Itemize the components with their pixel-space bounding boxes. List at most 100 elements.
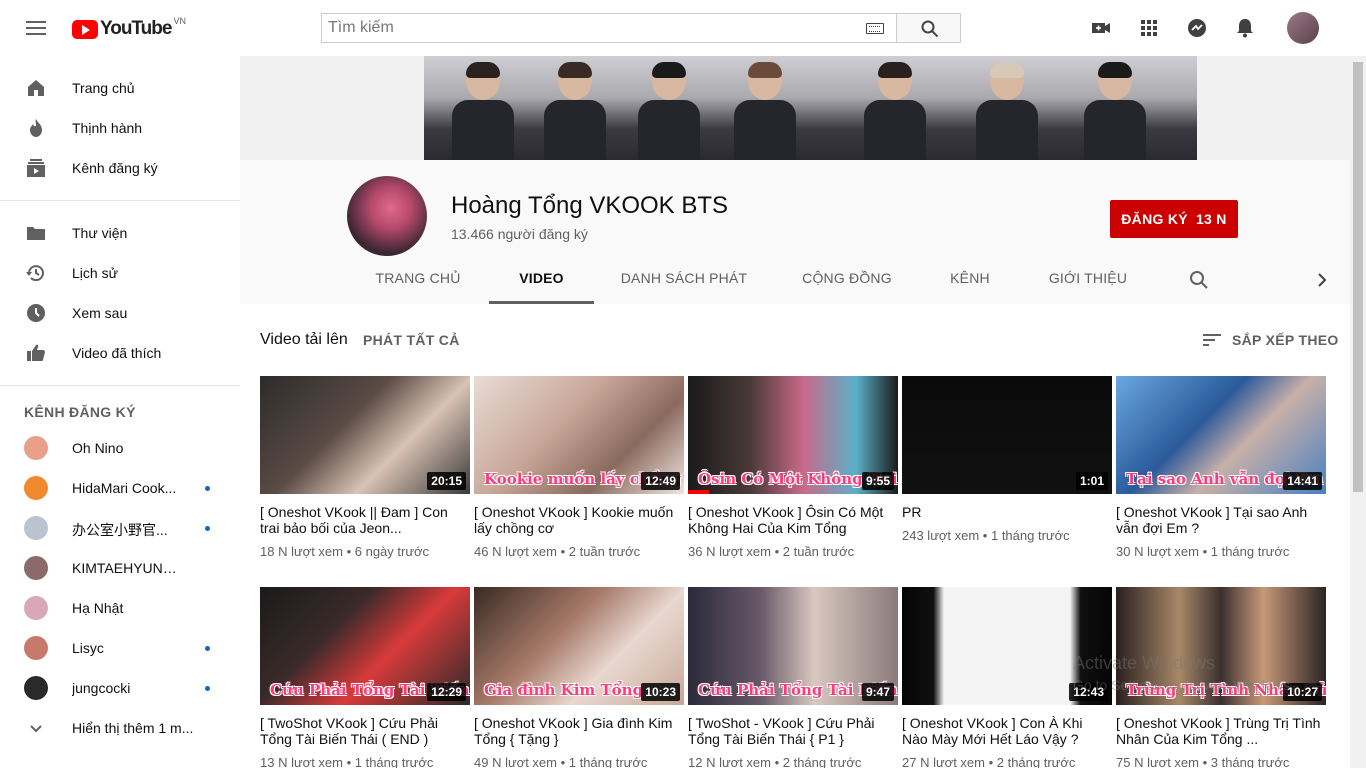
watch-progress-bar: [688, 490, 709, 494]
search-button[interactable]: [896, 13, 961, 43]
subscription-label: jungcocki: [72, 680, 131, 696]
video-thumbnail[interactable]: Cứu Phải Tổng Tài Biến Thái12:29: [260, 587, 470, 705]
video-duration: 20:15: [427, 472, 466, 490]
channel-tabs: TRANG CHỦ VIDEO DANH SÁCH PHÁT CỘNG ĐỒNG…: [240, 258, 1350, 304]
menu-icon[interactable]: [24, 18, 48, 38]
video-title[interactable]: [ TwoShot - VKook ] Cứu Phải Tổng Tài Bi…: [688, 715, 898, 747]
video-card[interactable]: 1:01 PR 243 lượt xem • 1 tháng trước: [902, 376, 1112, 543]
chevron-right-icon[interactable]: [1310, 268, 1334, 292]
video-title[interactable]: [ Oneshot VKook ] Tại sao Anh vẫn đợi Em…: [1116, 504, 1326, 536]
subscription-label: Lisyc: [72, 640, 104, 656]
channel-avatar-icon: [24, 556, 48, 580]
tab-videos[interactable]: VIDEO: [489, 258, 594, 304]
new-content-dot: [205, 646, 210, 651]
video-card[interactable]: Tại sao Anh vẫn đợi Em 14:41 [ Oneshot VKo…: [1116, 376, 1326, 559]
channel-avatar-icon: [24, 636, 48, 660]
video-card[interactable]: Cứu Phải Tổng Tài Biến Thái12:29 [ TwoSho…: [260, 587, 470, 768]
video-title[interactable]: [ Oneshot VKook || Đam ] Con trai bảo bố…: [260, 504, 470, 536]
new-content-dot: [205, 686, 210, 691]
video-title[interactable]: [ Oneshot VKook ] Trùng Trị Tình Nhân Củ…: [1116, 715, 1326, 747]
video-thumbnail[interactable]: 1:01: [902, 376, 1112, 494]
keyboard-icon[interactable]: [866, 23, 884, 34]
sidebar-item-subscriptions[interactable]: Kênh đăng ký: [0, 148, 240, 188]
logo-region: VN: [173, 16, 186, 26]
channel-avatar-icon: [24, 676, 48, 700]
sidebar-item-label: Video đã thích: [72, 345, 162, 361]
video-meta: 49 N lượt xem • 1 tháng trước: [474, 755, 648, 768]
avatar[interactable]: [1287, 12, 1319, 44]
video-title[interactable]: PR: [902, 504, 1112, 520]
sidebar-item-home[interactable]: Trang chủ: [0, 68, 240, 108]
watch-later-icon: [27, 304, 45, 322]
create-video-icon[interactable]: [1089, 16, 1113, 40]
watermark-line2: Go to Settings to activate Windows.: [1073, 677, 1294, 693]
show-more-button[interactable]: Hiển thị thêm 1 m...: [0, 708, 240, 748]
video-card[interactable]: 20:15 [ Oneshot VKook || Đam ] Con trai b…: [260, 376, 470, 559]
subscriptions-list: Oh Nino HidaMari Cook... 办公室小野官... KIMTAEHY…: [0, 428, 240, 708]
video-meta: 30 N lượt xem • 1 tháng trước: [1116, 544, 1290, 559]
video-card[interactable]: Ôsin Có Một Không Hai Của Kim Tổng9:55 [ …: [688, 376, 898, 559]
video-title[interactable]: [ TwoShot VKook ] Cứu Phải Tổng Tài Biến…: [260, 715, 470, 747]
subscription-item[interactable]: HidaMari Cook...: [0, 468, 240, 508]
uploads-title[interactable]: Video tải lên: [260, 331, 348, 349]
search-input[interactable]: [322, 19, 852, 37]
tab-home[interactable]: TRANG CHỦ: [365, 258, 471, 304]
sidebar-item-label: Kênh đăng ký: [72, 160, 158, 176]
liked-videos-icon: [27, 344, 45, 361]
scrollbar-thumb[interactable]: [1353, 62, 1363, 492]
channel-search-icon[interactable]: [1187, 268, 1211, 292]
video-thumbnail[interactable]: Ôsin Có Một Không Hai Của Kim Tổng9:55: [688, 376, 898, 494]
trending-icon: [30, 119, 42, 137]
video-title[interactable]: [ Oneshot VKook ] Con À Khi Nào Mày Mới …: [902, 715, 1112, 747]
subscription-item[interactable]: Lisyc: [0, 628, 240, 668]
scrollbar[interactable]: [1350, 56, 1366, 768]
windows-activation-watermark: Activate Windows Go to Settings to activ…: [1073, 652, 1294, 696]
subscription-item[interactable]: KIMTAEHYUNG ...: [0, 548, 240, 588]
channel-avatar[interactable]: [347, 176, 427, 256]
sidebar-item-label: Lịch sử: [72, 265, 118, 281]
subscription-item[interactable]: Hạ Nhật: [0, 588, 240, 628]
subscription-item[interactable]: 办公室小野官...: [0, 508, 240, 548]
video-duration: 1:01: [1075, 472, 1108, 490]
subscription-label: 办公室小野官...: [72, 522, 168, 538]
youtube-logo[interactable]: YouTube VN: [72, 16, 186, 40]
sidebar-item-library[interactable]: Thư viện: [0, 213, 240, 253]
sidebar-item-label: Thịnh hành: [72, 120, 143, 136]
sidebar-item-label: Thư viện: [72, 225, 128, 241]
play-all-button[interactable]: PHÁT TẤT CẢ: [363, 332, 460, 348]
tab-playlists[interactable]: DANH SÁCH PHÁT: [612, 258, 756, 304]
video-title[interactable]: [ Oneshot VKook ] Kookie muốn lấy chồng …: [474, 504, 684, 536]
tab-about[interactable]: GIỚI THIỆU: [1040, 258, 1136, 304]
video-title[interactable]: [ Oneshot VKook ] Gia đình Kim Tổng { Tặ…: [474, 715, 684, 747]
video-title[interactable]: [ Oneshot VKook ] Ôsin Có Một Không Hai …: [688, 504, 898, 536]
sort-by-button[interactable]: SẮP XẾP THEO: [1202, 330, 1339, 350]
sidebar-item-label: Trang chủ: [72, 80, 135, 96]
subscribe-button[interactable]: ĐĂNG KÝ 13 N: [1110, 200, 1238, 238]
video-thumbnail[interactable]: Gia đình Kim Tổng 10:23: [474, 587, 684, 705]
sidebar-item-watch-later[interactable]: Xem sau: [0, 293, 240, 333]
watermark-line1: Activate Windows: [1073, 653, 1216, 673]
video-thumbnail[interactable]: Cứu Phải Tổng Tài Biến Thái9:47: [688, 587, 898, 705]
video-duration: 10:23: [641, 683, 680, 701]
subscription-item[interactable]: Oh Nino: [0, 428, 240, 468]
tab-channels[interactable]: KÊNH: [938, 258, 1002, 304]
video-thumbnail[interactable]: 20:15: [260, 376, 470, 494]
apps-icon[interactable]: [1137, 16, 1161, 40]
sidebar-item-trending[interactable]: Thịnh hành: [0, 108, 240, 148]
sidebar-item-liked-videos[interactable]: Video đã thích: [0, 333, 240, 373]
video-thumbnail[interactable]: Kookie muốn lấy chồng 12:49: [474, 376, 684, 494]
subscription-item[interactable]: jungcocki: [0, 668, 240, 708]
messages-icon[interactable]: [1185, 16, 1209, 40]
show-more-label: Hiển thị thêm 1 m...: [72, 720, 194, 736]
subscribe-count: 13 N: [1195, 211, 1227, 227]
sidebar-item-history[interactable]: Lịch sử: [0, 253, 240, 293]
tab-community[interactable]: CỘNG ĐỒNG: [794, 258, 900, 304]
notifications-icon[interactable]: [1233, 16, 1257, 40]
video-card[interactable]: Gia đình Kim Tổng 10:23 [ Oneshot VKook ] …: [474, 587, 684, 768]
video-thumbnail[interactable]: Tại sao Anh vẫn đợi Em 14:41: [1116, 376, 1326, 494]
top-bar: YouTube VN: [0, 0, 1366, 56]
subscription-label: HidaMari Cook...: [72, 480, 177, 496]
library-icon: [27, 227, 45, 240]
video-card[interactable]: Cứu Phải Tổng Tài Biến Thái9:47 [ TwoShot…: [688, 587, 898, 768]
video-card[interactable]: Kookie muốn lấy chồng 12:49 [ Oneshot VKoo…: [474, 376, 684, 559]
